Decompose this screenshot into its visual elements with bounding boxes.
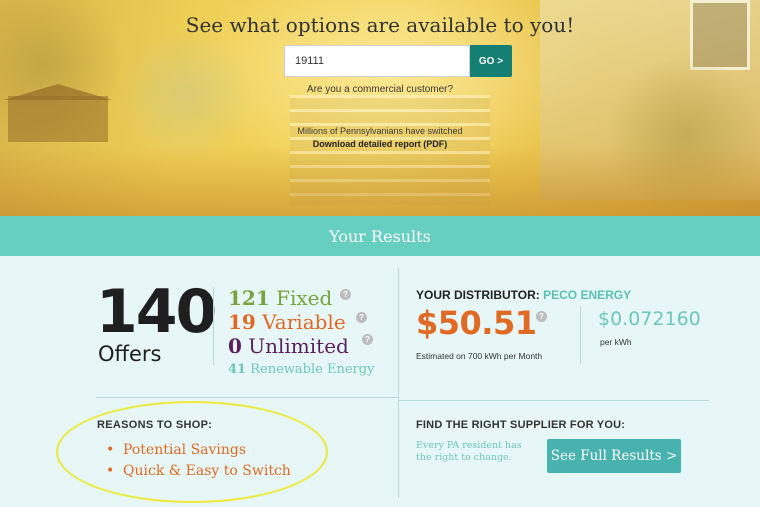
- hero-banner: See what options are available to you! G…: [0, 0, 760, 216]
- distributor-price: $50.51: [416, 304, 537, 342]
- price-per-kwh: $0.072160: [598, 308, 701, 330]
- find-supplier-title: FIND THE RIGHT SUPPLIER FOR YOU:: [416, 419, 626, 431]
- variable-help-icon[interactable]: ?: [356, 312, 367, 323]
- fixed-help-icon[interactable]: ?: [340, 289, 351, 300]
- renewable-energy-offers[interactable]: 41 Renewable Energy: [228, 362, 374, 377]
- reason-text: Potential Savings: [123, 442, 247, 458]
- results-header-bar: Your Results: [0, 216, 760, 256]
- unlimited-rate-offers[interactable]: 0 Unlimited: [228, 335, 349, 357]
- offers-separator: [213, 287, 214, 365]
- vertical-divider: [398, 268, 399, 498]
- left-horizontal-divider: [96, 397, 398, 398]
- price-help-icon[interactable]: ?: [536, 311, 547, 322]
- offers-label: Offers: [98, 342, 162, 366]
- fixed-count: 121: [228, 286, 270, 310]
- find-supplier-text: Every PA resident has the right to chang…: [416, 440, 522, 463]
- renewable-count: 41: [228, 362, 247, 377]
- distributor-label: YOUR DISTRIBUTOR: PECO ENERGY: [416, 288, 631, 302]
- bullet-icon: •: [106, 463, 115, 479]
- unlimited-label: Unlimited: [248, 334, 349, 358]
- variable-count: 19: [228, 310, 256, 334]
- hero-title: See what options are available to you!: [185, 13, 575, 37]
- fixed-label: Fixed: [276, 286, 333, 310]
- price-separator: [580, 306, 581, 364]
- reasons-title: REASONS TO SHOP:: [97, 419, 213, 431]
- variable-label: Variable: [262, 310, 346, 334]
- distributor-label-text: YOUR DISTRIBUTOR:: [416, 288, 540, 302]
- unlimited-help-icon[interactable]: ?: [362, 334, 373, 345]
- results-panel: 140 Offers 121 Fixed ? 19 Variable ? 0 U…: [0, 256, 760, 507]
- switched-text: Millions of Pennsylvanians have switched: [297, 126, 463, 136]
- zip-code-input[interactable]: [284, 45, 470, 77]
- go-button[interactable]: GO >: [470, 45, 512, 77]
- see-full-results-button[interactable]: See Full Results >: [547, 439, 681, 473]
- right-horizontal-divider: [399, 400, 709, 401]
- download-report-link[interactable]: Download detailed report (PDF): [0, 139, 760, 149]
- per-kwh-label: per kWh: [600, 337, 632, 347]
- hero-ground: [0, 146, 760, 216]
- list-item: • Potential Savings: [106, 440, 291, 461]
- reason-text: Quick & Easy to Switch: [123, 463, 291, 479]
- results-header-title: Your Results: [329, 226, 431, 246]
- price-estimate-note: Estimated on 700 kWh per Month: [416, 351, 543, 361]
- variable-rate-offers[interactable]: 19 Variable: [228, 311, 346, 333]
- unlimited-count: 0: [228, 334, 242, 358]
- offers-count: 140: [96, 277, 217, 347]
- renewable-label: Renewable Energy: [250, 362, 375, 377]
- zip-search-form: GO >: [284, 45, 512, 77]
- reasons-list: • Potential Savings • Quick & Easy to Swit…: [106, 440, 291, 482]
- fixed-rate-offers[interactable]: 121 Fixed: [228, 287, 332, 309]
- list-item: • Quick & Easy to Switch: [106, 461, 291, 482]
- bullet-icon: •: [106, 442, 115, 458]
- commercial-customer-link[interactable]: Are you a commercial customer?: [0, 84, 760, 95]
- distributor-name: PECO ENERGY: [543, 288, 632, 302]
